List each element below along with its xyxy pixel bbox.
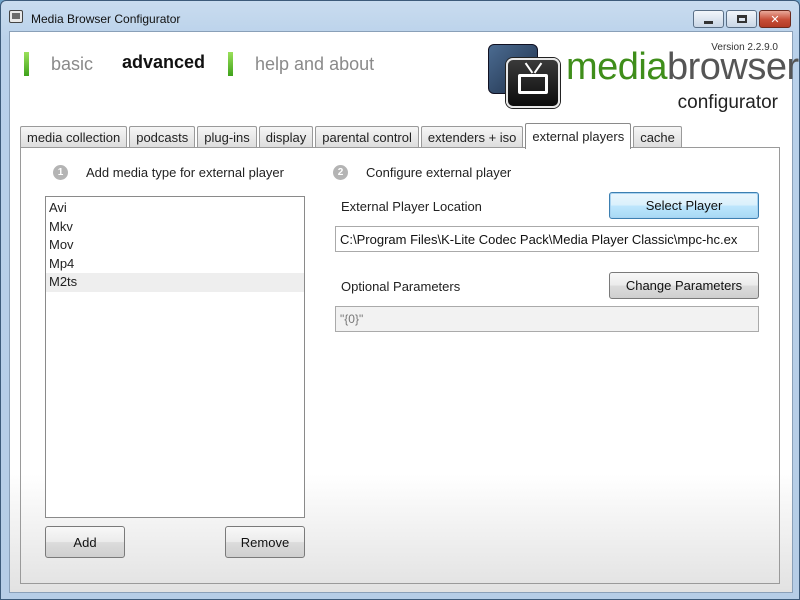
list-item[interactable]: Avi [46, 199, 304, 218]
list-item[interactable]: M2ts [46, 273, 304, 292]
step-1-heading: 1 Add media type for external player [53, 165, 284, 180]
select-player-button[interactable]: Select Player [609, 192, 759, 219]
brand-subtitle: configurator [677, 92, 778, 113]
nav-help-and-about[interactable]: help and about [228, 52, 374, 76]
add-button[interactable]: Add [45, 526, 125, 558]
step-2-label: Configure external player [366, 165, 512, 180]
tab-extenders-iso[interactable]: extenders + iso [420, 126, 524, 148]
media-type-list[interactable]: Avi Mkv Mov Mp4 M2ts [45, 196, 305, 518]
step-1-label: Add media type for external player [86, 165, 284, 180]
window-controls: ✕ [693, 10, 791, 28]
maximize-icon [736, 15, 747, 23]
tab-display[interactable]: display [258, 126, 314, 148]
external-player-location-field[interactable]: C:\Program Files\K-Lite Codec Pack\Media… [335, 226, 759, 252]
tv-icon [506, 58, 560, 108]
title-bar[interactable]: Media Browser Configurator ✕ [1, 1, 799, 31]
tab-plug-ins[interactable]: plug-ins [197, 126, 257, 148]
close-icon: ✕ [770, 12, 780, 26]
external-players-panel: 1 Add media type for external player 2 C… [20, 147, 780, 584]
nav-advanced[interactable]: advanced [122, 52, 205, 73]
optional-parameters-field: "{0}" [335, 306, 759, 332]
step-2-heading: 2 Configure external player [333, 165, 511, 180]
list-item[interactable]: Mov [46, 236, 304, 255]
tab-strip: media collection podcasts plug-ins displ… [20, 123, 684, 149]
remove-button[interactable]: Remove [225, 526, 305, 558]
list-item[interactable]: Mp4 [46, 255, 304, 274]
app-window: Media Browser Configurator ✕ basic advan… [0, 0, 800, 600]
close-button[interactable]: ✕ [759, 10, 791, 28]
client-area: basic advanced help and about Version 2.… [9, 31, 799, 593]
nav-basic[interactable]: basic [24, 52, 93, 76]
minimize-icon [704, 20, 713, 24]
optional-parameters-label: Optional Parameters [341, 279, 461, 294]
nav-marker-icon [24, 52, 29, 76]
tab-podcasts[interactable]: podcasts [129, 126, 196, 148]
app-icon[interactable] [9, 10, 23, 23]
media-browser-logo: Version 2.2.9.0 mediabrowser configurato… [488, 38, 799, 118]
window-title: Media Browser Configurator [31, 12, 181, 26]
nav-advanced-label: advanced [122, 52, 206, 72]
nav-marker-icon [228, 52, 233, 76]
list-item[interactable]: Mkv [46, 218, 304, 237]
external-player-location-label: External Player Location [341, 199, 482, 214]
change-parameters-button[interactable]: Change Parameters [609, 272, 759, 299]
nav-basic-label: basic [51, 53, 94, 74]
step-2-badge: 2 [333, 165, 348, 180]
maximize-button[interactable] [726, 10, 757, 28]
tab-parental-control[interactable]: parental control [315, 126, 419, 148]
tab-cache[interactable]: cache [633, 126, 682, 148]
nav-help-label: help and about [255, 53, 375, 74]
tab-external-players[interactable]: external players [525, 123, 632, 149]
brand-name: mediabrowser [566, 46, 799, 88]
step-1-badge: 1 [53, 165, 68, 180]
tab-media-collection[interactable]: media collection [20, 126, 128, 148]
minimize-button[interactable] [693, 10, 724, 28]
